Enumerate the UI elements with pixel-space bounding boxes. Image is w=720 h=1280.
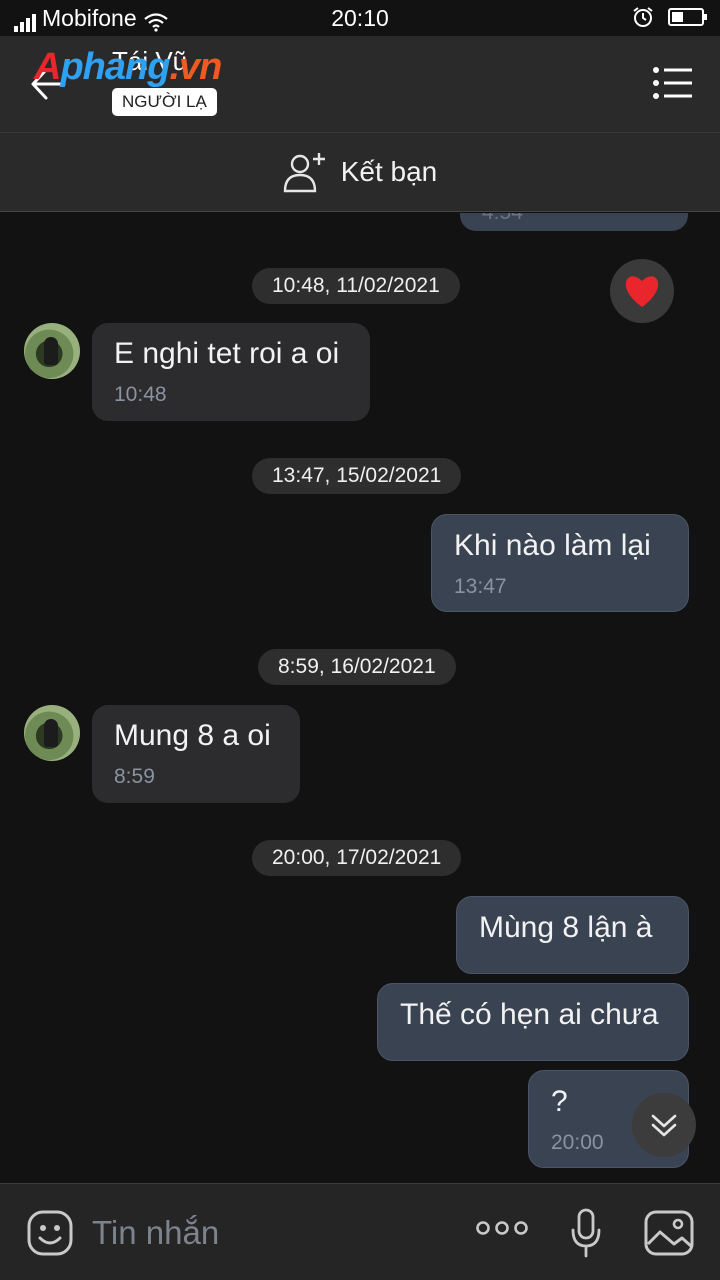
add-friend-label: Kết bạn: [340, 156, 438, 187]
message-bubble-outgoing[interactable]: Thế có hẹn ai chưa: [377, 983, 689, 1061]
message-time: 13:47: [454, 575, 507, 598]
message-text: E nghi tet roi a oi: [114, 337, 340, 370]
date-separator: 10:48, 11/02/2021: [252, 268, 460, 304]
image-icon[interactable]: [644, 1210, 694, 1256]
message-bubble-partial[interactable]: 4:54: [460, 213, 688, 231]
message-text: Mùng 8 lận à: [479, 911, 653, 944]
add-user-icon: [283, 153, 325, 193]
message-text: ?: [551, 1085, 568, 1118]
date-separator: 13:47, 15/02/2021: [252, 458, 462, 494]
message-input-bar: Tin nhắn: [0, 1183, 720, 1280]
double-chevron-down-icon: [651, 1114, 677, 1137]
clock: 20:10: [331, 5, 389, 31]
message-input[interactable]: Tin nhắn: [92, 1214, 219, 1252]
message-bubble-outgoing[interactable]: Khi nào làm lại 13:47: [431, 514, 689, 612]
contact-avatar[interactable]: [24, 705, 80, 761]
message-time: 10:48: [114, 383, 167, 406]
heart-icon: [625, 276, 659, 307]
add-friend-button[interactable]: Kết bạn: [0, 132, 720, 212]
message-list[interactable]: 4:54 10:48, 11/02/2021 E nghi tet roi a …: [0, 213, 720, 1183]
date-separator: 20:00, 17/02/2021: [252, 840, 462, 876]
watermark-logo: Aphang.vn: [34, 46, 222, 88]
alarm-icon: [633, 7, 653, 27]
message-text: Khi nào làm lại: [454, 529, 651, 562]
battery-icon: [668, 8, 707, 26]
chat-header: Tái Vũ NGƯỜI LẠ Aphang.vn: [0, 36, 720, 132]
emoji-icon[interactable]: [26, 1209, 74, 1257]
more-dots-icon[interactable]: [476, 1218, 528, 1238]
date-separator: 8:59, 16/02/2021: [258, 649, 456, 685]
message-text: Thế có hẹn ai chưa: [400, 998, 659, 1031]
contact-avatar[interactable]: [24, 323, 80, 379]
message-bubble-outgoing[interactable]: Mùng 8 lận à: [456, 896, 689, 974]
status-bar: Mobifone 20:10: [0, 0, 720, 36]
heart-reaction[interactable]: [610, 259, 674, 323]
microphone-icon[interactable]: [570, 1208, 602, 1258]
message-time: 8:59: [114, 765, 155, 788]
message-bubble-incoming[interactable]: E nghi tet roi a oi 10:48: [92, 323, 370, 421]
message-bubble-incoming[interactable]: Mung 8 a oi 8:59: [92, 705, 300, 803]
message-text: Mung 8 a oi: [114, 719, 271, 752]
scroll-to-bottom-button[interactable]: [632, 1093, 696, 1157]
stranger-badge: NGƯỜI LẠ: [112, 88, 217, 116]
menu-list-icon[interactable]: [652, 66, 694, 100]
